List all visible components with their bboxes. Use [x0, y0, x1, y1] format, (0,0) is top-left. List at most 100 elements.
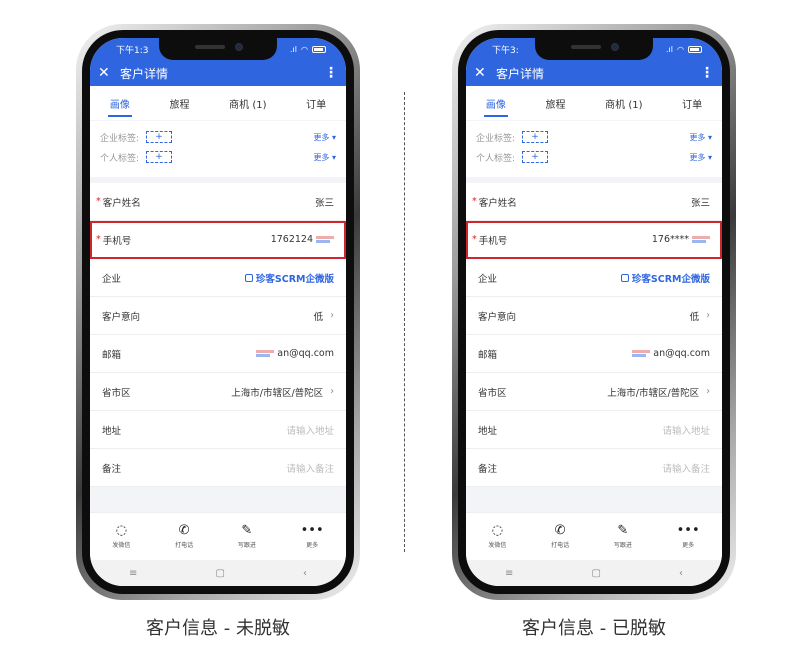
add-personal-tag-button[interactable]: +: [146, 151, 172, 163]
field-intent[interactable]: 客户意向 低 ›: [466, 297, 722, 335]
more-actions-button[interactable]: ••• 更多: [301, 524, 324, 549]
signal-icon: .ıl: [290, 44, 298, 54]
address-input[interactable]: 请输入地址: [286, 423, 334, 437]
field-remark[interactable]: 备注 请输入备注: [90, 449, 346, 487]
field-email[interactable]: 邮箱 an@qq.com: [90, 335, 346, 373]
company-value: 珍客SCRM企微版: [631, 273, 710, 285]
call-button[interactable]: ✆ 打电话: [551, 524, 569, 549]
action-label: 更多: [306, 542, 319, 549]
address-label: 地址: [478, 425, 498, 437]
close-icon[interactable]: ✕: [98, 65, 114, 81]
more-actions-button[interactable]: ••• 更多: [677, 524, 700, 549]
customer-fields: * 客户姓名 张三 * 手机号 176**** 企业 珍客SCRM企微版 客户意向 …: [466, 183, 722, 487]
close-icon[interactable]: ✕: [474, 65, 490, 81]
send-wechat-button[interactable]: ◌ 发微信: [112, 524, 130, 549]
tab-bar: 画像 旅程 商机 (1) 订单: [466, 86, 722, 120]
tab-opportunity[interactable]: 商机 (1): [601, 88, 646, 119]
tags-section: 企业标签: + 更多 ▾ 个人标签: + 更多 ▾: [466, 121, 722, 177]
more-vertical-icon[interactable]: ⋮: [324, 65, 338, 81]
field-phone-number[interactable]: * 手机号 1762124: [90, 221, 346, 259]
phone-number-value: 1762124: [270, 234, 313, 245]
more-enterprise-tags-link[interactable]: 更多 ▾: [313, 132, 336, 143]
page-title: 客户详情: [496, 66, 545, 81]
home-icon[interactable]: ▢: [591, 568, 600, 579]
email-label: 邮箱: [102, 349, 122, 361]
intent-value: 低: [689, 311, 700, 323]
field-phone-number[interactable]: * 手机号 176****: [466, 221, 722, 259]
field-address[interactable]: 地址 请输入地址: [90, 411, 346, 449]
write-followup-button[interactable]: ✎ 写跟进: [614, 524, 632, 549]
required-marker: *: [472, 196, 477, 207]
required-marker: *: [96, 234, 101, 245]
back-icon[interactable]: ‹: [679, 568, 683, 579]
email-value-wrap: an@qq.com: [632, 348, 710, 359]
email-value: an@qq.com: [653, 348, 710, 359]
field-address[interactable]: 地址 请输入地址: [466, 411, 722, 449]
tab-orders[interactable]: 订单: [678, 88, 706, 119]
brand-logo-icon: [244, 273, 253, 282]
add-enterprise-tag-button[interactable]: +: [522, 131, 548, 143]
add-personal-tag-button[interactable]: +: [522, 151, 548, 163]
personal-tags-row: 个人标签: + 更多 ▾: [476, 147, 712, 167]
send-wechat-button[interactable]: ◌ 发微信: [488, 524, 506, 549]
write-followup-button[interactable]: ✎ 写跟进: [238, 524, 256, 549]
remark-input[interactable]: 请输入备注: [286, 461, 334, 475]
more-icon: •••: [300, 523, 324, 538]
speaker: [571, 45, 601, 49]
customer-name-value: 张三: [690, 197, 710, 209]
field-region[interactable]: 省市区 上海市/市辖区/普陀区 ›: [466, 373, 722, 411]
tab-journey[interactable]: 旅程: [165, 88, 193, 119]
intent-value-wrap: 低 ›: [690, 309, 710, 323]
field-region[interactable]: 省市区 上海市/市辖区/普陀区 ›: [90, 373, 346, 411]
call-button[interactable]: ✆ 打电话: [175, 524, 193, 549]
phone-icon: ✆: [554, 523, 566, 538]
tab-orders[interactable]: 订单: [302, 88, 330, 119]
edit-icon: ✎: [617, 523, 629, 538]
field-customer-name[interactable]: * 客户姓名 张三: [90, 183, 346, 221]
status-icons: .ıl ◠: [290, 45, 326, 54]
system-nav-bar: ≡ ▢ ‹: [466, 560, 722, 586]
tab-profile[interactable]: 画像: [106, 88, 134, 119]
chevron-right-icon: ›: [330, 310, 334, 321]
camera-icon: [611, 43, 619, 51]
email-value-wrap: an@qq.com: [256, 348, 334, 359]
speaker: [195, 45, 225, 49]
address-label: 地址: [102, 425, 122, 437]
field-label: * 客户姓名: [96, 195, 141, 209]
divider-line: [404, 92, 405, 552]
field-intent[interactable]: 客户意向 低 ›: [90, 297, 346, 335]
phone-number-label: 手机号: [102, 235, 132, 247]
tab-journey[interactable]: 旅程: [541, 88, 569, 119]
tab-profile[interactable]: 画像: [482, 88, 510, 119]
field-label: * 手机号: [472, 233, 507, 247]
page-title: 客户详情: [120, 66, 169, 81]
brand-logo-icon: [620, 273, 629, 282]
back-icon[interactable]: ‹: [303, 568, 307, 579]
remark-label: 备注: [478, 463, 498, 475]
menu-icon[interactable]: ≡: [505, 568, 513, 579]
field-email[interactable]: 邮箱 an@qq.com: [466, 335, 722, 373]
more-icon: •••: [676, 523, 700, 538]
more-personal-tags-link[interactable]: 更多 ▾: [689, 152, 712, 163]
more-personal-tags-link[interactable]: 更多 ▾: [313, 152, 336, 163]
tab-opportunity[interactable]: 商机 (1): [225, 88, 270, 119]
more-enterprise-tags-link[interactable]: 更多 ▾: [689, 132, 712, 143]
add-enterprise-tag-button[interactable]: +: [146, 131, 172, 143]
home-icon[interactable]: ▢: [215, 568, 224, 579]
action-label: 打电话: [551, 542, 570, 549]
field-customer-name[interactable]: * 客户姓名 张三: [466, 183, 722, 221]
field-remark[interactable]: 备注 请输入备注: [466, 449, 722, 487]
address-input[interactable]: 请输入地址: [662, 423, 710, 437]
menu-icon[interactable]: ≡: [129, 568, 137, 579]
field-company[interactable]: 企业 珍客SCRM企微版: [90, 259, 346, 297]
signal-icon: .ıl: [666, 44, 674, 54]
remark-input[interactable]: 请输入备注: [662, 461, 710, 475]
more-vertical-icon[interactable]: ⋮: [700, 65, 714, 81]
customer-name-value: 张三: [314, 197, 334, 209]
region-label: 省市区: [478, 387, 507, 399]
field-company[interactable]: 企业 珍客SCRM企微版: [466, 259, 722, 297]
action-label: 写跟进: [237, 542, 256, 549]
action-label: 发微信: [112, 542, 131, 549]
watermark-icon: [632, 349, 651, 358]
intent-label: 客户意向: [102, 311, 141, 323]
